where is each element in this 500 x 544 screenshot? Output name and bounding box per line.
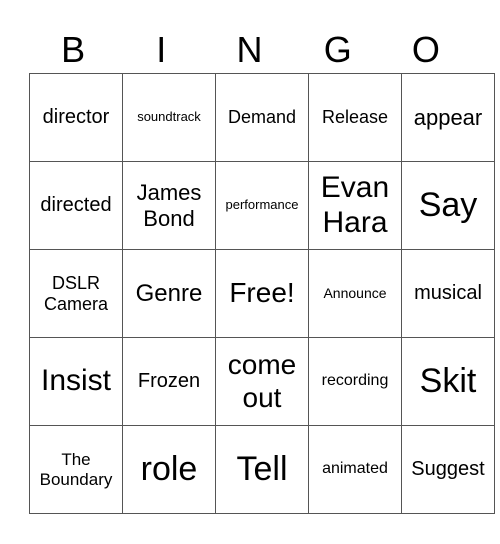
bingo-cell[interactable]: director [29, 73, 123, 162]
header-letter-g: G [323, 29, 352, 70]
bingo-cell[interactable]: Frozen [122, 337, 216, 426]
header-letter-i: I [156, 29, 167, 70]
bingo-cell[interactable]: musical [401, 249, 495, 338]
bingo-cell[interactable]: Suggest [401, 425, 495, 514]
bingo-cell[interactable]: Release [308, 73, 402, 162]
bingo-cell[interactable]: soundtrack [122, 73, 216, 162]
bingo-cell[interactable]: Say [401, 161, 495, 250]
bingo-cell[interactable]: Insist [29, 337, 123, 426]
bingo-cell[interactable]: Tell [215, 425, 309, 514]
header-letter-n: N [236, 29, 263, 70]
bingo-cell[interactable]: animated [308, 425, 402, 514]
bingo-cell[interactable]: Skit [401, 337, 495, 426]
grid-row: director soundtrack Demand Release appea… [29, 73, 495, 162]
grid-row: The Boundary role Tell animated Suggest [29, 425, 495, 514]
grid-row: DSLR Camera Genre Free! Announce musical [29, 249, 495, 338]
grid-row: Insist Frozen come out recording Skit [29, 337, 495, 426]
bingo-cell[interactable]: come out [215, 337, 309, 426]
bingo-cell[interactable]: The Boundary [29, 425, 123, 514]
bingo-cell[interactable]: Announce [308, 249, 402, 338]
bingo-cell[interactable]: recording [308, 337, 402, 426]
grid-row: directed James Bond performance Evan Har… [29, 161, 495, 250]
bingo-cell[interactable]: appear [401, 73, 495, 162]
bingo-cell[interactable]: performance [215, 161, 309, 250]
bingo-cell[interactable]: Genre [122, 249, 216, 338]
bingo-grid: director soundtrack Demand Release appea… [29, 73, 495, 514]
bingo-cell[interactable]: DSLR Camera [29, 249, 123, 338]
header-letter-b: B [61, 29, 86, 70]
header-letter-o: O [411, 29, 440, 70]
bingo-cell[interactable]: Free! [215, 249, 309, 338]
bingo-cell[interactable]: Evan Hara [308, 161, 402, 250]
bingo-cell[interactable]: directed [29, 161, 123, 250]
bingo-cell[interactable]: Demand [215, 73, 309, 162]
bingo-cell[interactable]: role [122, 425, 216, 514]
bingo-header: B I N G O [29, 30, 470, 70]
bingo-cell[interactable]: James Bond [122, 161, 216, 250]
